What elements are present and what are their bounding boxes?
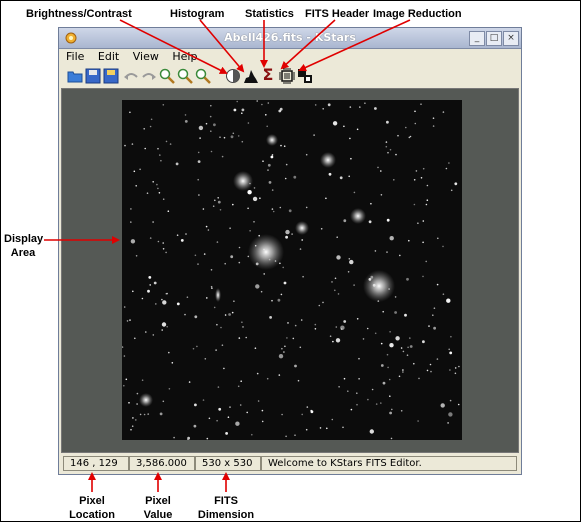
arrow-fits-header bbox=[280, 19, 336, 70]
arrow-brightness-contrast bbox=[119, 19, 228, 74]
arrow-image-reduction bbox=[298, 19, 411, 72]
callout-arrows bbox=[44, 19, 411, 492]
